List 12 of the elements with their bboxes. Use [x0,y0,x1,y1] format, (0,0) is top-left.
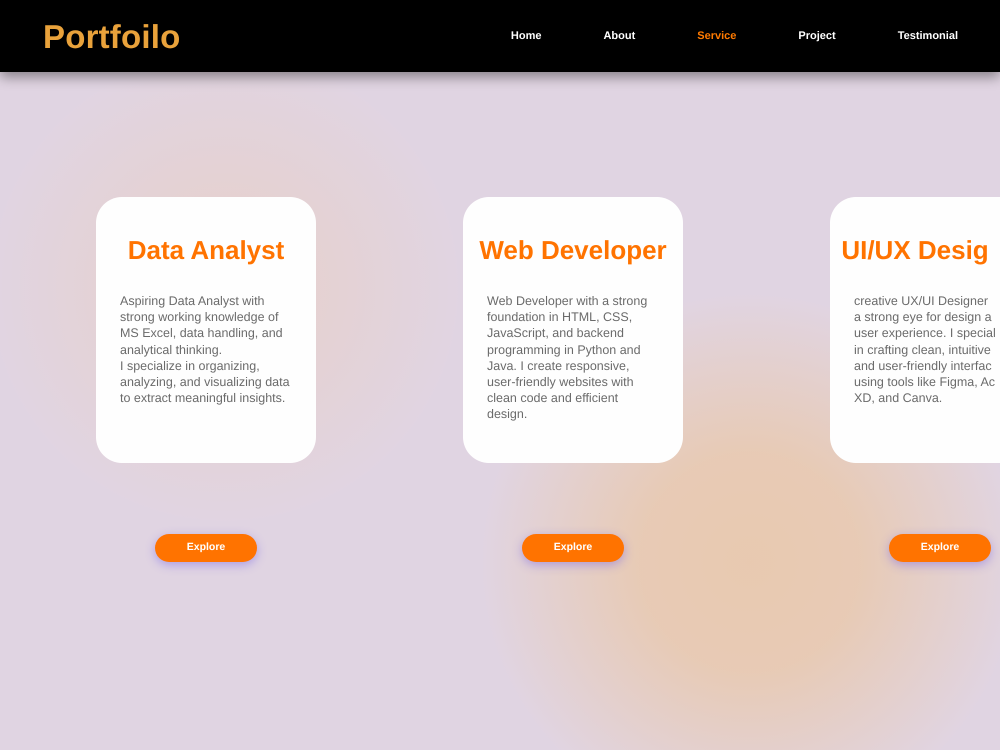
card-title: Web Developer [479,235,667,265]
nav-link[interactable]: Home [510,30,542,42]
nav-link[interactable]: Project [798,30,836,42]
card-description: Aspiring Data Analyst with strong working knowledge of MS Excel, data handling, and analytical thinking. I specialize in organizing, analyzing, and visualizing data to extract meaningful insights. [120,293,291,406]
card-title: Data Analyst [128,235,284,265]
card-description: creative UX/UI Designer a strong eye for design a user experience. I special in crafting clean, intuitive and user-friendly interfac using tools like Figma, Ac XD, and Canva. [854,293,996,406]
nav-link[interactable]: Service [697,30,736,42]
card-title: UI/UX Desig [841,235,989,265]
card-description: Web Developer with a strong foundation in HTML, CSS, JavaScript, and backend programming in Python and Java. I create responsive, user-friendly websites with clean code and efficient design. [487,293,648,423]
logo-text: Portfoilo [43,20,180,52]
nav-link[interactable]: Testimonial [898,30,958,42]
nav-link[interactable]: About [603,30,636,42]
